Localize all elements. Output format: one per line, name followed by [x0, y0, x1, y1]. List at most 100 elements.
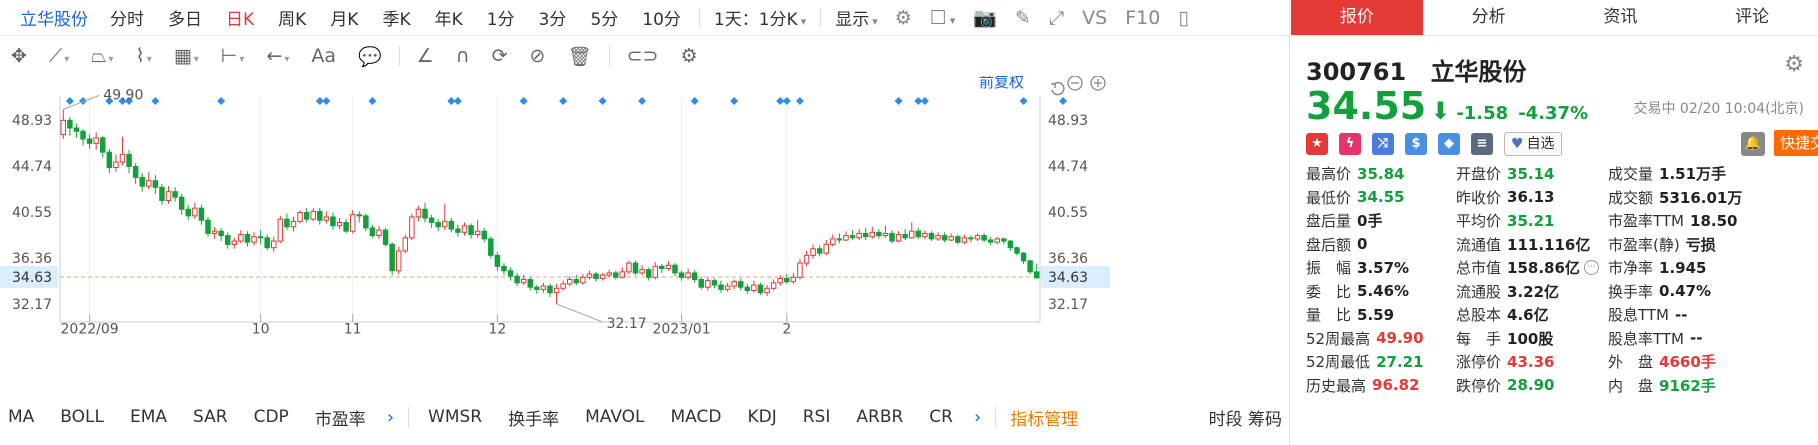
- compare-vs-button[interactable]: VS: [1073, 7, 1116, 29]
- event-marker[interactable]: [920, 97, 929, 105]
- candle-body: [376, 229, 382, 237]
- indicator-sar[interactable]: SAR: [180, 407, 241, 427]
- camera-icon[interactable]: 📷: [964, 6, 1006, 29]
- period-tab-10min[interactable]: 10分: [630, 5, 693, 30]
- text-tool-icon[interactable]: Aa: [300, 45, 347, 67]
- tab-news[interactable]: 资讯: [1555, 0, 1687, 35]
- candle-body: [113, 161, 119, 169]
- stock-name-link[interactable]: 立华股份: [0, 5, 98, 30]
- indicator-mavol[interactable]: MAVOL: [572, 407, 657, 427]
- indicator-kdj[interactable]: KDJ: [734, 407, 789, 427]
- period-tab-multiday[interactable]: 多日: [156, 5, 214, 30]
- period-tab-yearly[interactable]: 年K: [423, 5, 475, 30]
- angle-tool-icon[interactable]: ∠: [406, 45, 445, 67]
- period-tab-3min[interactable]: 3分: [527, 5, 579, 30]
- fast-trade-button[interactable]: 快捷交易: [1774, 130, 1818, 156]
- arrow-tool-icon[interactable]: ← ▾: [255, 45, 300, 67]
- china-flag-icon[interactable]: ★: [1306, 133, 1328, 155]
- event-marker[interactable]: [322, 97, 331, 105]
- indicator-rsi[interactable]: RSI: [790, 407, 844, 427]
- event-marker[interactable]: [638, 97, 647, 105]
- period-tab-weekly[interactable]: 周K: [266, 5, 318, 30]
- settings-gear-icon[interactable]: ⚙: [886, 7, 921, 29]
- event-marker[interactable]: [894, 97, 903, 105]
- f10-button[interactable]: F10: [1116, 7, 1169, 29]
- panel-toggle-icon[interactable]: ▯: [1169, 7, 1197, 29]
- event-marker[interactable]: [1019, 97, 1028, 105]
- magnet-icon[interactable]: ∩: [445, 45, 481, 67]
- range-select[interactable]: 1天：1分K ▾: [706, 5, 814, 30]
- dollar-icon[interactable]: $: [1405, 133, 1427, 155]
- tab-comments[interactable]: 评论: [1686, 0, 1818, 35]
- more-options-icon[interactable]: ···: [1583, 260, 1599, 276]
- indicator-boll[interactable]: BOLL: [47, 407, 117, 427]
- indicator-macd[interactable]: MACD: [658, 407, 735, 427]
- candlestick-chart[interactable]: 48.93 48.93 44.74 44.74 40.55 40.55 36.36 36.36…: [0, 76, 1110, 397]
- zoom-out-icon[interactable]: [1067, 76, 1083, 91]
- event-marker[interactable]: [368, 97, 377, 105]
- period-tab-daily[interactable]: 日K: [214, 5, 266, 30]
- chevron-down-icon: ▾: [239, 54, 245, 65]
- period-tab-monthly[interactable]: 月K: [318, 5, 370, 30]
- chevron-down-icon: ▾: [949, 13, 956, 27]
- chevron-right-icon[interactable]: ›: [379, 407, 402, 428]
- event-marker[interactable]: [217, 97, 226, 105]
- tab-analysis[interactable]: 分析: [1423, 0, 1555, 35]
- indicator-arbr[interactable]: ARBR: [843, 407, 916, 427]
- event-marker[interactable]: [730, 97, 739, 105]
- event-marker[interactable]: [559, 97, 568, 105]
- window-square-icon[interactable]: ☐ ▾: [921, 7, 965, 29]
- display-menu[interactable]: 显示 ▾: [827, 5, 886, 30]
- trash-icon[interactable]: 🗑: [556, 45, 602, 68]
- period-tab-1min[interactable]: 1分: [475, 5, 527, 30]
- event-marker[interactable]: [453, 97, 462, 105]
- indicator-ma[interactable]: MA: [0, 407, 47, 427]
- fullscreen-icon[interactable]: ⤢: [1040, 7, 1073, 29]
- wave-tool-icon[interactable]: ⌇ ▾: [125, 45, 163, 67]
- document-icon[interactable]: ≡: [1471, 133, 1493, 155]
- shuffle-icon[interactable]: ⤨: [1372, 133, 1394, 155]
- crosshair-move-icon[interactable]: ✥: [0, 45, 38, 67]
- event-marker[interactable]: [795, 97, 804, 105]
- zoom-in-icon[interactable]: [1090, 76, 1106, 91]
- tab-quote[interactable]: 报价: [1291, 0, 1423, 35]
- event-marker[interactable]: [782, 97, 791, 105]
- chevron-right-icon[interactable]: ›: [966, 407, 989, 428]
- event-marker[interactable]: [690, 97, 699, 105]
- stat-value: 158.86亿: [1507, 259, 1580, 278]
- adjust-mode-link[interactable]: 前复权: [979, 76, 1024, 91]
- period-tab-5min[interactable]: 5分: [578, 5, 630, 30]
- tag-icon[interactable]: ◆: [1438, 133, 1460, 155]
- period-tab-quarterly[interactable]: 季K: [370, 5, 422, 30]
- indicator-cdp[interactable]: CDP: [241, 407, 302, 427]
- x-tick-label: 10: [252, 322, 270, 338]
- gear-icon[interactable]: ⚙: [1784, 52, 1804, 77]
- add-watchlist-button[interactable]: ♥ 自选: [1504, 132, 1562, 156]
- bell-icon[interactable]: 🔔: [1741, 132, 1765, 156]
- draw-settings-icon[interactable]: ⚙: [669, 45, 708, 67]
- sync-icon[interactable]: ⟳: [481, 45, 519, 67]
- event-marker[interactable]: [1059, 97, 1068, 105]
- pencil-icon[interactable]: ✎: [1006, 7, 1040, 29]
- channel-tool-icon[interactable]: ⏢ ▾: [80, 45, 124, 67]
- hide-drawings-icon[interactable]: ⊘: [519, 45, 557, 67]
- event-marker[interactable]: [151, 97, 160, 105]
- event-marker[interactable]: [65, 97, 74, 105]
- indicator-manage-button[interactable]: 指标管理: [1002, 405, 1086, 430]
- period-chips-toggle[interactable]: 时段 筹码: [1207, 405, 1290, 430]
- fib-tool-icon[interactable]: ▦ ▾: [163, 45, 210, 67]
- link-icon[interactable]: ⊂⊃: [616, 45, 670, 67]
- undo-icon[interactable]: [1051, 81, 1065, 96]
- chinext-icon[interactable]: ϟ: [1339, 133, 1361, 155]
- indicator-wmsr[interactable]: WMSR: [415, 407, 495, 427]
- note-tool-icon[interactable]: 💬: [347, 45, 393, 68]
- event-marker[interactable]: [598, 97, 607, 105]
- measure-tool-icon[interactable]: ⊢ ▾: [210, 45, 256, 67]
- indicator-cr[interactable]: CR: [916, 407, 966, 427]
- line-tool-icon[interactable]: ⟋ ▾: [38, 45, 80, 67]
- indicator-turnover[interactable]: 换手率: [495, 405, 572, 430]
- period-tab-intraday[interactable]: 分时: [98, 5, 156, 30]
- indicator-pe[interactable]: 市盈率: [302, 405, 379, 430]
- indicator-ema[interactable]: EMA: [117, 407, 180, 427]
- event-marker[interactable]: [519, 97, 528, 105]
